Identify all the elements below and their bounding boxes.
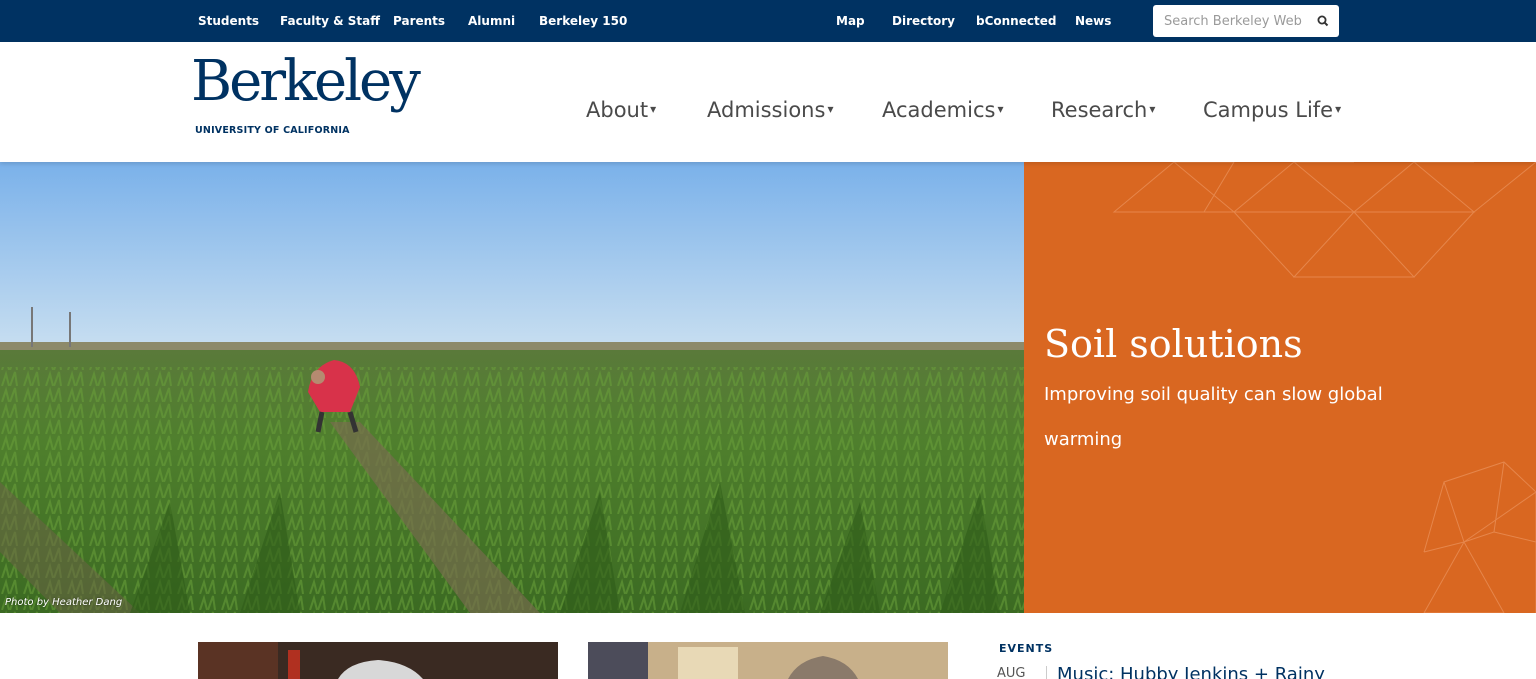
hero-feature-panel[interactable]: Soil solutions Improving soil quality ca… — [1024, 162, 1536, 613]
utility-link-map[interactable]: Map — [836, 14, 865, 28]
caret-down-icon: ▾ — [1149, 102, 1156, 116]
event-divider — [1046, 666, 1047, 679]
cornfield-photo — [0, 162, 1024, 613]
event-month: AUG — [997, 666, 1026, 679]
nav-research[interactable]: Research ▾ — [1051, 98, 1155, 122]
hero-photo[interactable]: Photo by Heather Dang — [0, 162, 1024, 613]
news-card-1-image[interactable] — [198, 642, 558, 679]
utility-link-directory[interactable]: Directory — [892, 14, 955, 28]
search-input[interactable] — [1153, 5, 1313, 37]
utility-link-faculty-staff[interactable]: Faculty & Staff — [280, 14, 380, 28]
nav-academics-label: Academics — [882, 98, 996, 122]
search-icon[interactable] — [1313, 12, 1333, 30]
nav-about[interactable]: About ▾ — [586, 98, 656, 122]
nav-admissions-label: Admissions — [707, 98, 826, 122]
utility-link-news[interactable]: News — [1075, 14, 1111, 28]
nav-academics[interactable]: Academics ▾ — [882, 98, 1003, 122]
hero-title[interactable]: Soil solutions — [1044, 322, 1303, 366]
caret-down-icon: ▾ — [1335, 102, 1342, 116]
site-header: Berkeley UNIVERSITY OF CALIFORNIA About ▾… — [0, 42, 1536, 162]
hero-section: Photo by Heather Dang Soil solutions Imp… — [0, 162, 1536, 613]
utility-link-students[interactable]: Students — [198, 14, 259, 28]
utility-bar: Students Faculty & Staff Parents Alumni … — [0, 0, 1536, 42]
utility-link-bconnected[interactable]: bConnected — [976, 14, 1056, 28]
utility-link-parents[interactable]: Parents — [393, 14, 445, 28]
nav-admissions[interactable]: Admissions ▾ — [707, 98, 833, 122]
search-box — [1153, 5, 1339, 37]
logo-wordmark: Berkeley — [191, 49, 421, 114]
utility-link-alumni[interactable]: Alumni — [468, 14, 515, 28]
utility-link-berkeley-150[interactable]: Berkeley 150 — [539, 14, 627, 28]
berkeley-logo[interactable]: Berkeley UNIVERSITY OF CALIFORNIA — [191, 54, 421, 138]
caret-down-icon: ▾ — [827, 102, 834, 116]
hero-subtitle: Improving soil quality can slow global w… — [1044, 384, 1383, 450]
photo-credit: Photo by Heather Dang — [5, 597, 123, 608]
nav-about-label: About — [586, 98, 649, 122]
logo-subtitle: UNIVERSITY OF CALIFORNIA — [195, 125, 350, 136]
nav-campus-life-label: Campus Life — [1203, 98, 1334, 122]
news-card-2-image[interactable] — [588, 642, 948, 679]
events-heading: EVENTS — [999, 642, 1054, 655]
event-title-link[interactable]: Music: Hubby Jenkins + Rainy — [1057, 664, 1325, 679]
nav-campus-life[interactable]: Campus Life ▾ — [1203, 98, 1341, 122]
nav-research-label: Research — [1051, 98, 1148, 122]
caret-down-icon: ▾ — [997, 102, 1004, 116]
caret-down-icon: ▾ — [650, 102, 657, 116]
